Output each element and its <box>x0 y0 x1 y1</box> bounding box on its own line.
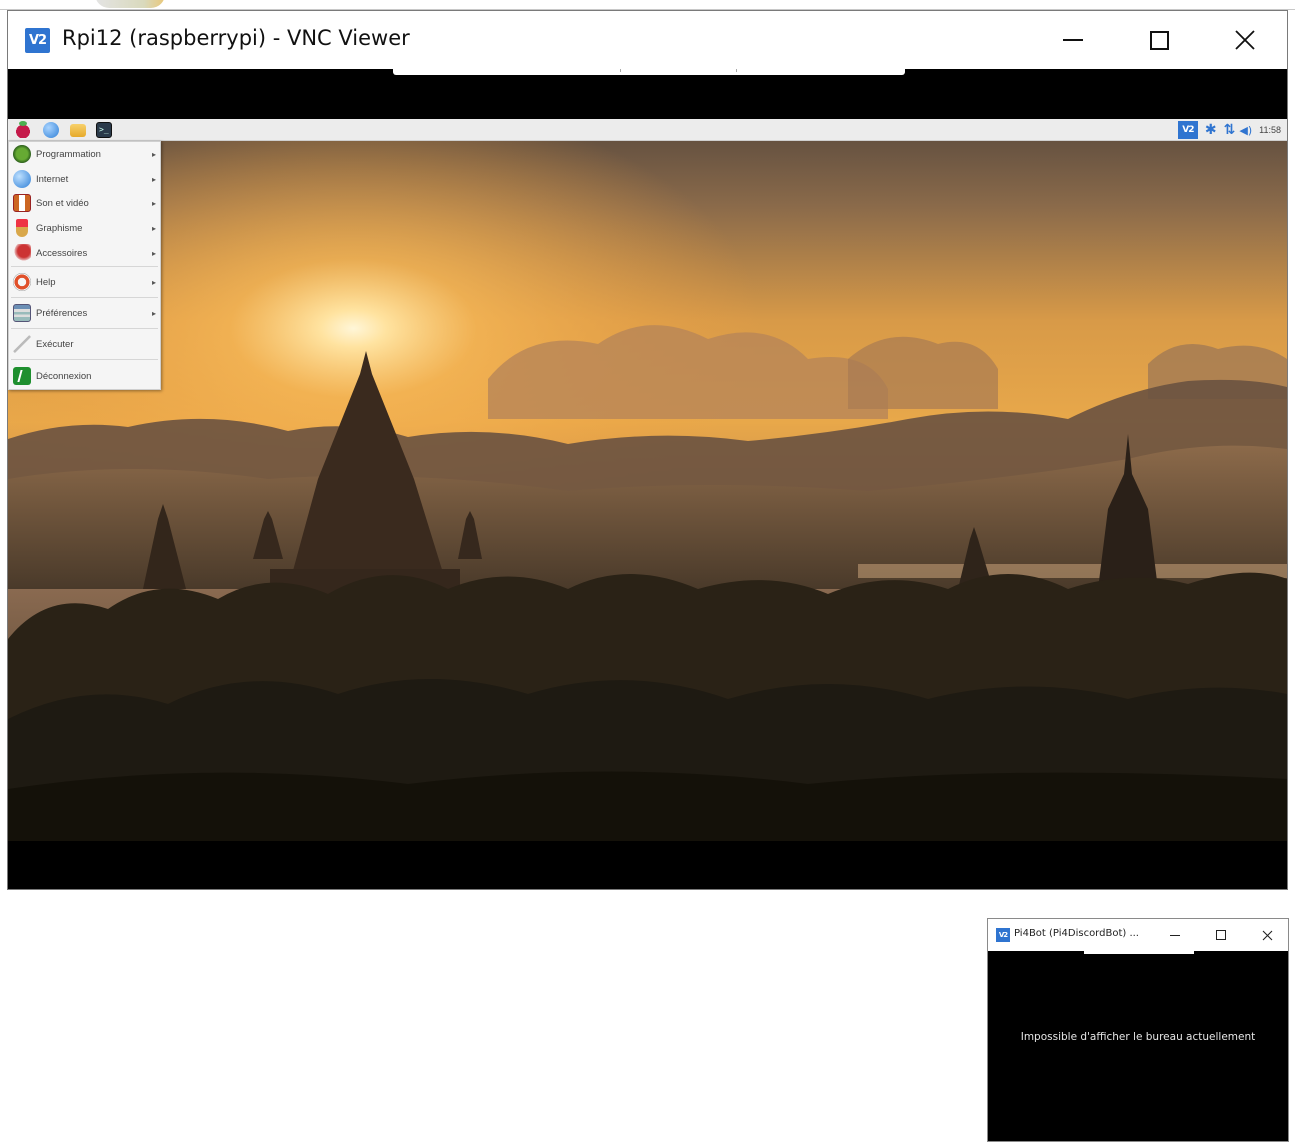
internet-icon <box>13 170 31 188</box>
browser-icon[interactable] <box>43 122 59 138</box>
maximize-icon <box>1149 30 1169 50</box>
second-vnc-window: V2 Pi4Bot (Pi4DiscordBot) ... Impossible… <box>987 918 1289 1142</box>
logout-icon <box>13 367 31 385</box>
submenu-arrow-icon: ▸ <box>151 149 156 159</box>
menu-item-label: Graphisme <box>36 222 83 234</box>
vnc-server-icon[interactable]: V2 <box>1177 121 1198 139</box>
menu-item-label: Programmation <box>36 148 101 160</box>
submenu-arrow-icon: ▸ <box>151 248 156 258</box>
menu-item-label: Help <box>36 276 56 288</box>
menu-separator <box>11 297 158 298</box>
minimize-icon <box>1063 39 1083 41</box>
start-menu: Programmation ▸ Internet ▸ Son et vidéo … <box>8 141 161 390</box>
network-icon[interactable]: ⇅ <box>1224 122 1236 138</box>
accessories-icon <box>13 244 31 262</box>
raspberry-menu-icon[interactable] <box>15 121 31 138</box>
menu-item-son-et-video[interactable]: Son et vidéo ▸ <box>9 191 160 215</box>
window-title: Rpi12 (raspberrypi) - VNC Viewer <box>62 26 410 50</box>
vnc-logo-icon: V2 <box>25 28 50 53</box>
second-maximize-button[interactable] <box>1206 919 1236 951</box>
menu-item-preferences[interactable]: Préférences ▸ <box>9 301 160 325</box>
submenu-arrow-icon: ▸ <box>151 308 156 318</box>
menu-item-graphisme[interactable]: Graphisme ▸ <box>9 216 160 240</box>
preferences-icon <box>13 304 31 322</box>
second-window-title-bar[interactable]: V2 Pi4Bot (Pi4DiscordBot) ... <box>988 919 1288 951</box>
screen: V2 Rpi12 (raspberrypi) - VNC Viewer >_ V… <box>0 0 1295 1142</box>
clock[interactable]: 11:58 <box>1259 125 1281 135</box>
volume-icon[interactable]: ◀) <box>1239 124 1252 137</box>
taskbar: V2 ✱ ⇅ ◀) 11:58 <box>8 119 1287 141</box>
background-window-edge <box>0 0 1295 10</box>
remote-desktop[interactable]: V2 ✱ ⇅ ◀) 11:58 Programmation ▸ Internet… <box>8 119 1287 841</box>
graphics-icon <box>16 219 28 237</box>
file-manager-icon[interactable] <box>70 124 86 137</box>
vnc-toolbar-handle[interactable] <box>393 69 905 75</box>
menu-item-executer[interactable]: Exécuter <box>9 332 160 356</box>
sound-video-icon <box>13 194 31 212</box>
minimize-icon <box>1170 934 1180 936</box>
submenu-arrow-icon: ▸ <box>151 174 156 184</box>
wallpaper-image <box>8 119 1287 841</box>
help-icon <box>13 273 31 291</box>
close-icon <box>1262 930 1272 940</box>
programming-icon <box>13 145 31 163</box>
menu-item-help[interactable]: Help ▸ <box>9 270 160 294</box>
cannot-display-message: Impossible d'afficher le bureau actuelle… <box>1020 1031 1256 1043</box>
submenu-arrow-icon: ▸ <box>151 223 156 233</box>
submenu-arrow-icon: ▸ <box>151 198 156 208</box>
menu-item-label: Préférences <box>36 307 88 319</box>
menu-item-label: Déconnexion <box>36 370 92 382</box>
system-tray: V2 ✱ ⇅ ◀) 11:58 <box>1177 119 1287 141</box>
close-button[interactable] <box>1216 11 1274 69</box>
run-icon <box>13 335 31 353</box>
vnc-logo-icon: V2 <box>996 928 1010 942</box>
bluetooth-icon[interactable]: ✱ <box>1205 122 1217 138</box>
menu-item-accessoires[interactable]: Accessoires ▸ <box>9 241 160 265</box>
menu-item-programmation[interactable]: Programmation ▸ <box>9 142 160 166</box>
menu-item-label: Exécuter <box>36 338 74 350</box>
second-window-title: Pi4Bot (Pi4DiscordBot) ... <box>1014 928 1139 939</box>
background-window-fragment <box>95 0 165 8</box>
menu-item-label: Son et vidéo <box>36 197 89 209</box>
minimize-button[interactable] <box>1044 11 1102 69</box>
menu-item-deconnexion[interactable]: Déconnexion <box>9 364 160 388</box>
menu-separator <box>11 328 158 329</box>
menu-separator <box>11 359 158 360</box>
menu-item-label: Internet <box>36 173 69 185</box>
menu-item-internet[interactable]: Internet ▸ <box>9 167 160 191</box>
submenu-arrow-icon: ▸ <box>151 277 156 287</box>
menu-item-label: Accessoires <box>36 247 88 259</box>
terminal-icon[interactable] <box>96 122 112 138</box>
title-bar[interactable]: V2 Rpi12 (raspberrypi) - VNC Viewer <box>8 11 1287 69</box>
maximize-icon <box>1216 930 1226 940</box>
close-icon <box>1235 30 1255 50</box>
maximize-button[interactable] <box>1130 11 1188 69</box>
vnc-toolbar-handle[interactable] <box>1084 951 1194 954</box>
menu-separator <box>11 266 158 267</box>
second-minimize-button[interactable] <box>1160 919 1190 951</box>
vnc-viewer-window: V2 Rpi12 (raspberrypi) - VNC Viewer >_ V… <box>7 10 1288 890</box>
second-close-button[interactable] <box>1252 919 1282 951</box>
